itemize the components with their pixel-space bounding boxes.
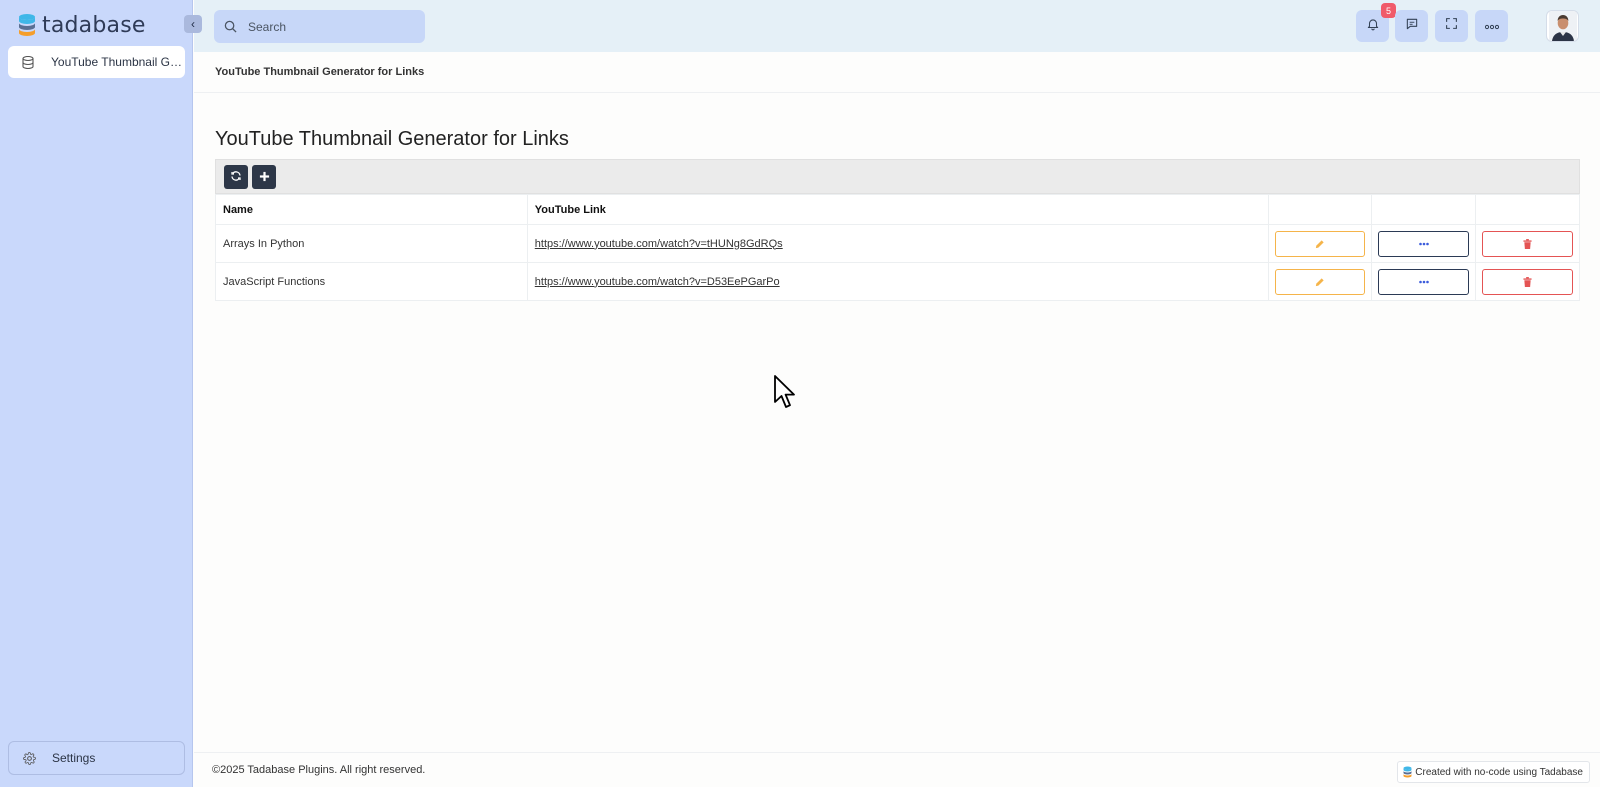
refresh-button[interactable]	[224, 164, 248, 189]
cell-delete-action	[1475, 224, 1580, 263]
cell-delete-action	[1475, 262, 1580, 301]
made-with-text: Created with no-code using Tadabase	[1415, 766, 1583, 778]
footer: ©2025 Tadabase Plugins. All right reserv…	[194, 752, 1600, 787]
chevron-left-icon: ‹	[191, 17, 195, 31]
plus-icon	[259, 169, 270, 185]
more-button[interactable]	[1378, 230, 1470, 257]
edit-button[interactable]	[1275, 230, 1366, 257]
topbar: 5	[194, 0, 1600, 52]
cell-name: JavaScript Functions	[215, 262, 528, 301]
column-header-edit	[1268, 194, 1373, 225]
records-table-container: Name YouTube Link Arrays In Python https…	[215, 159, 1580, 301]
avatar-image	[1548, 11, 1577, 41]
mouse-pointer-icon	[774, 375, 795, 408]
user-avatar[interactable]	[1546, 10, 1579, 42]
messages-button[interactable]	[1395, 10, 1428, 42]
records-table: Name YouTube Link Arrays In Python https…	[215, 194, 1580, 301]
more-horizontal-icon	[1484, 17, 1499, 35]
notification-count-badge: 5	[1381, 3, 1396, 18]
notifications-button[interactable]: 5	[1356, 3, 1396, 42]
table-header-row: Name YouTube Link	[215, 194, 1580, 225]
delete-button[interactable]	[1482, 268, 1573, 295]
cell-edit-action	[1268, 224, 1373, 263]
cell-name: Arrays In Python	[215, 224, 528, 263]
made-with-tadabase-badge[interactable]: Created with no-code using Tadabase	[1397, 761, 1590, 783]
page-title: YouTube Thumbnail Generator for Links	[215, 128, 569, 150]
search-box[interactable]	[214, 10, 425, 43]
column-header-youtube-link[interactable]: YouTube Link	[526, 194, 1270, 225]
cell-edit-action	[1268, 262, 1373, 301]
settings-label: Settings	[52, 751, 96, 765]
search-input[interactable]	[248, 19, 418, 34]
gear-icon	[23, 751, 37, 765]
sidebar-item-label: YouTube Thumbnail Generator for Links	[51, 55, 185, 69]
sidebar-collapse-button[interactable]: ‹	[184, 15, 202, 33]
youtube-link[interactable]: https://www.youtube.com/watch?v=tHUNg8Gd…	[535, 238, 783, 250]
add-record-button[interactable]	[252, 164, 276, 189]
chat-icon	[1405, 17, 1419, 36]
cell-more-action	[1371, 224, 1477, 263]
more-icon	[1418, 280, 1429, 283]
breadcrumb: YouTube Thumbnail Generator for Links	[194, 52, 1600, 93]
tadabase-logo-icon	[19, 14, 35, 36]
tadabase-logo[interactable]: tadabase	[18, 10, 146, 40]
column-header-more	[1371, 194, 1477, 225]
fullscreen-button[interactable]	[1435, 10, 1468, 42]
database-icon	[22, 55, 36, 69]
cell-more-action	[1371, 262, 1477, 301]
more-button[interactable]	[1378, 268, 1470, 295]
cell-youtube-link: https://www.youtube.com/watch?v=D53EePGa…	[526, 262, 1270, 301]
delete-button[interactable]	[1482, 230, 1573, 257]
copyright-text: ©2025 Tadabase Plugins. All right reserv…	[212, 764, 426, 776]
column-header-name[interactable]: Name	[215, 194, 528, 225]
edit-icon	[1316, 239, 1324, 248]
cell-youtube-link: https://www.youtube.com/watch?v=tHUNg8Gd…	[526, 224, 1270, 263]
bell-icon	[1366, 17, 1380, 36]
search-icon	[224, 20, 238, 34]
more-options-button[interactable]	[1475, 10, 1508, 42]
app-name: tadabase	[42, 12, 146, 38]
delete-icon	[1523, 276, 1532, 287]
delete-icon	[1523, 238, 1532, 249]
edit-icon	[1316, 277, 1324, 286]
sidebar-item-settings[interactable]: Settings	[8, 741, 185, 775]
fullscreen-icon	[1445, 17, 1458, 35]
sidebar-item-youtube-thumbnail-generator[interactable]: YouTube Thumbnail Generator for Links	[8, 46, 185, 78]
tadabase-badge-icon	[1403, 766, 1413, 778]
edit-button[interactable]	[1275, 268, 1366, 295]
table-toolbar	[215, 159, 1580, 194]
table-row: Arrays In Python https://www.youtube.com…	[215, 224, 1580, 263]
sidebar: tadabase YouTube Thumbnail Generator for…	[0, 0, 193, 787]
column-header-delete	[1475, 194, 1580, 225]
table-row: JavaScript Functions https://www.youtube…	[215, 262, 1580, 301]
more-icon	[1418, 242, 1429, 245]
youtube-link[interactable]: https://www.youtube.com/watch?v=D53EePGa…	[535, 276, 780, 288]
refresh-icon	[230, 169, 242, 185]
